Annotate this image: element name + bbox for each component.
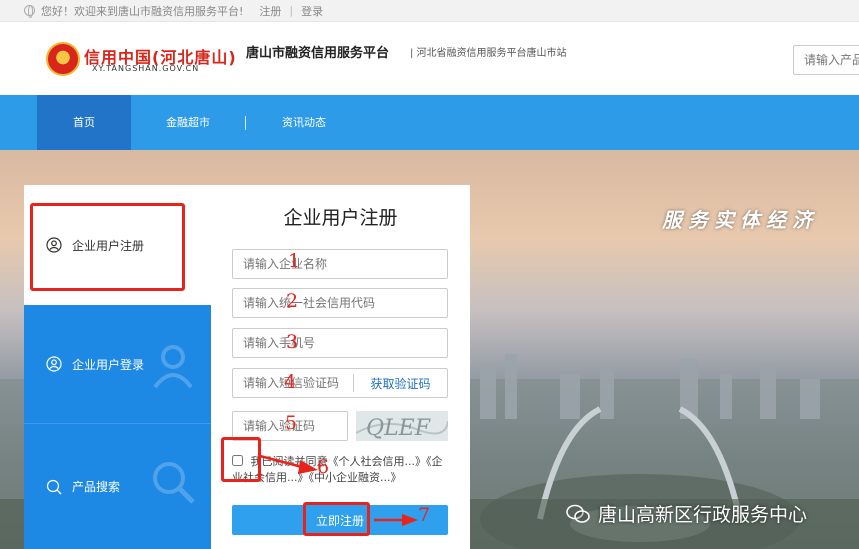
credit-code-input[interactable] bbox=[232, 288, 448, 318]
login-link[interactable]: 登录 bbox=[301, 3, 323, 19]
wechat-icon bbox=[566, 504, 590, 523]
captcha-text: QLEF bbox=[366, 416, 431, 441]
search-icon bbox=[46, 479, 62, 494]
annotation-number-4: 4 bbox=[284, 371, 297, 393]
site-subtitle: | 河北省融资信用服务平台唐山市站 bbox=[410, 48, 567, 59]
nav-divider bbox=[245, 116, 246, 130]
register-link[interactable]: 注册 bbox=[259, 3, 281, 19]
phone-input[interactable] bbox=[232, 328, 448, 358]
user-silhouette-icon bbox=[153, 345, 193, 389]
nav-news[interactable]: 资讯动态 bbox=[246, 95, 362, 150]
top-bar: 您好！欢迎来到唐山市融资信用服务平台! 注册 | 登录 bbox=[0, 0, 859, 22]
annotation-box-submit bbox=[303, 502, 370, 536]
globe-icon bbox=[24, 5, 35, 18]
form-title: 企业用户注册 bbox=[283, 207, 398, 229]
logo-url: XY.TANGSHAN.GOV.CN bbox=[92, 64, 200, 73]
welcome-text: 您好！欢迎来到唐山市融资信用服务平台! bbox=[41, 4, 244, 18]
sms-code-field: 获取验证码 bbox=[232, 368, 448, 398]
register-form: 企业用户注册 获取验证码 QLEF 我已阅读并同意《个人社会信用...》《企业社… bbox=[211, 185, 470, 549]
search-input[interactable] bbox=[793, 45, 859, 75]
tab-login-label: 企业用户登录 bbox=[72, 357, 145, 372]
watermark-text: 唐山高新区行政服务中心 bbox=[598, 504, 808, 526]
annotation-number-3: 3 bbox=[286, 331, 299, 353]
magnifier-watermark-icon bbox=[153, 462, 195, 504]
nav-home[interactable]: 首页 bbox=[37, 95, 131, 150]
captcha-image[interactable]: QLEF bbox=[356, 411, 448, 441]
tab-login[interactable]: 企业用户登录 bbox=[24, 305, 211, 423]
annotation-box-register-tab bbox=[30, 203, 185, 291]
header: 信用中国(河北唐山) XY.TANGSHAN.GOV.CN 唐山市融资信用服务平… bbox=[0, 22, 859, 95]
annotation-arrow-6 bbox=[259, 454, 318, 474]
annotation-arrow-7 bbox=[374, 514, 418, 526]
tab-search-label: 产品搜索 bbox=[72, 480, 121, 494]
nav-finance-market[interactable]: 金融超市 bbox=[131, 95, 245, 150]
user-icon bbox=[46, 356, 62, 372]
annotation-number-5: 5 bbox=[285, 412, 298, 434]
company-name-input[interactable] bbox=[232, 249, 448, 279]
national-emblem-icon bbox=[46, 42, 80, 76]
get-sms-code-button[interactable]: 获取验证码 bbox=[354, 375, 447, 392]
hero-slogan: 服务实体经济 bbox=[662, 208, 818, 232]
annotation-number-2: 2 bbox=[286, 290, 299, 312]
site-title: 唐山市融资信用服务平台 bbox=[246, 46, 390, 61]
tab-product-search[interactable]: 产品搜索 bbox=[24, 423, 211, 549]
main-nav: 首页 金融超市 资讯动态 bbox=[0, 95, 859, 150]
annotation-number-1: 1 bbox=[288, 250, 301, 272]
topbar-separator: | bbox=[289, 4, 294, 17]
annotation-box-checkbox bbox=[221, 437, 261, 482]
wechat-watermark: 唐山高新区行政服务中心 bbox=[566, 500, 807, 527]
